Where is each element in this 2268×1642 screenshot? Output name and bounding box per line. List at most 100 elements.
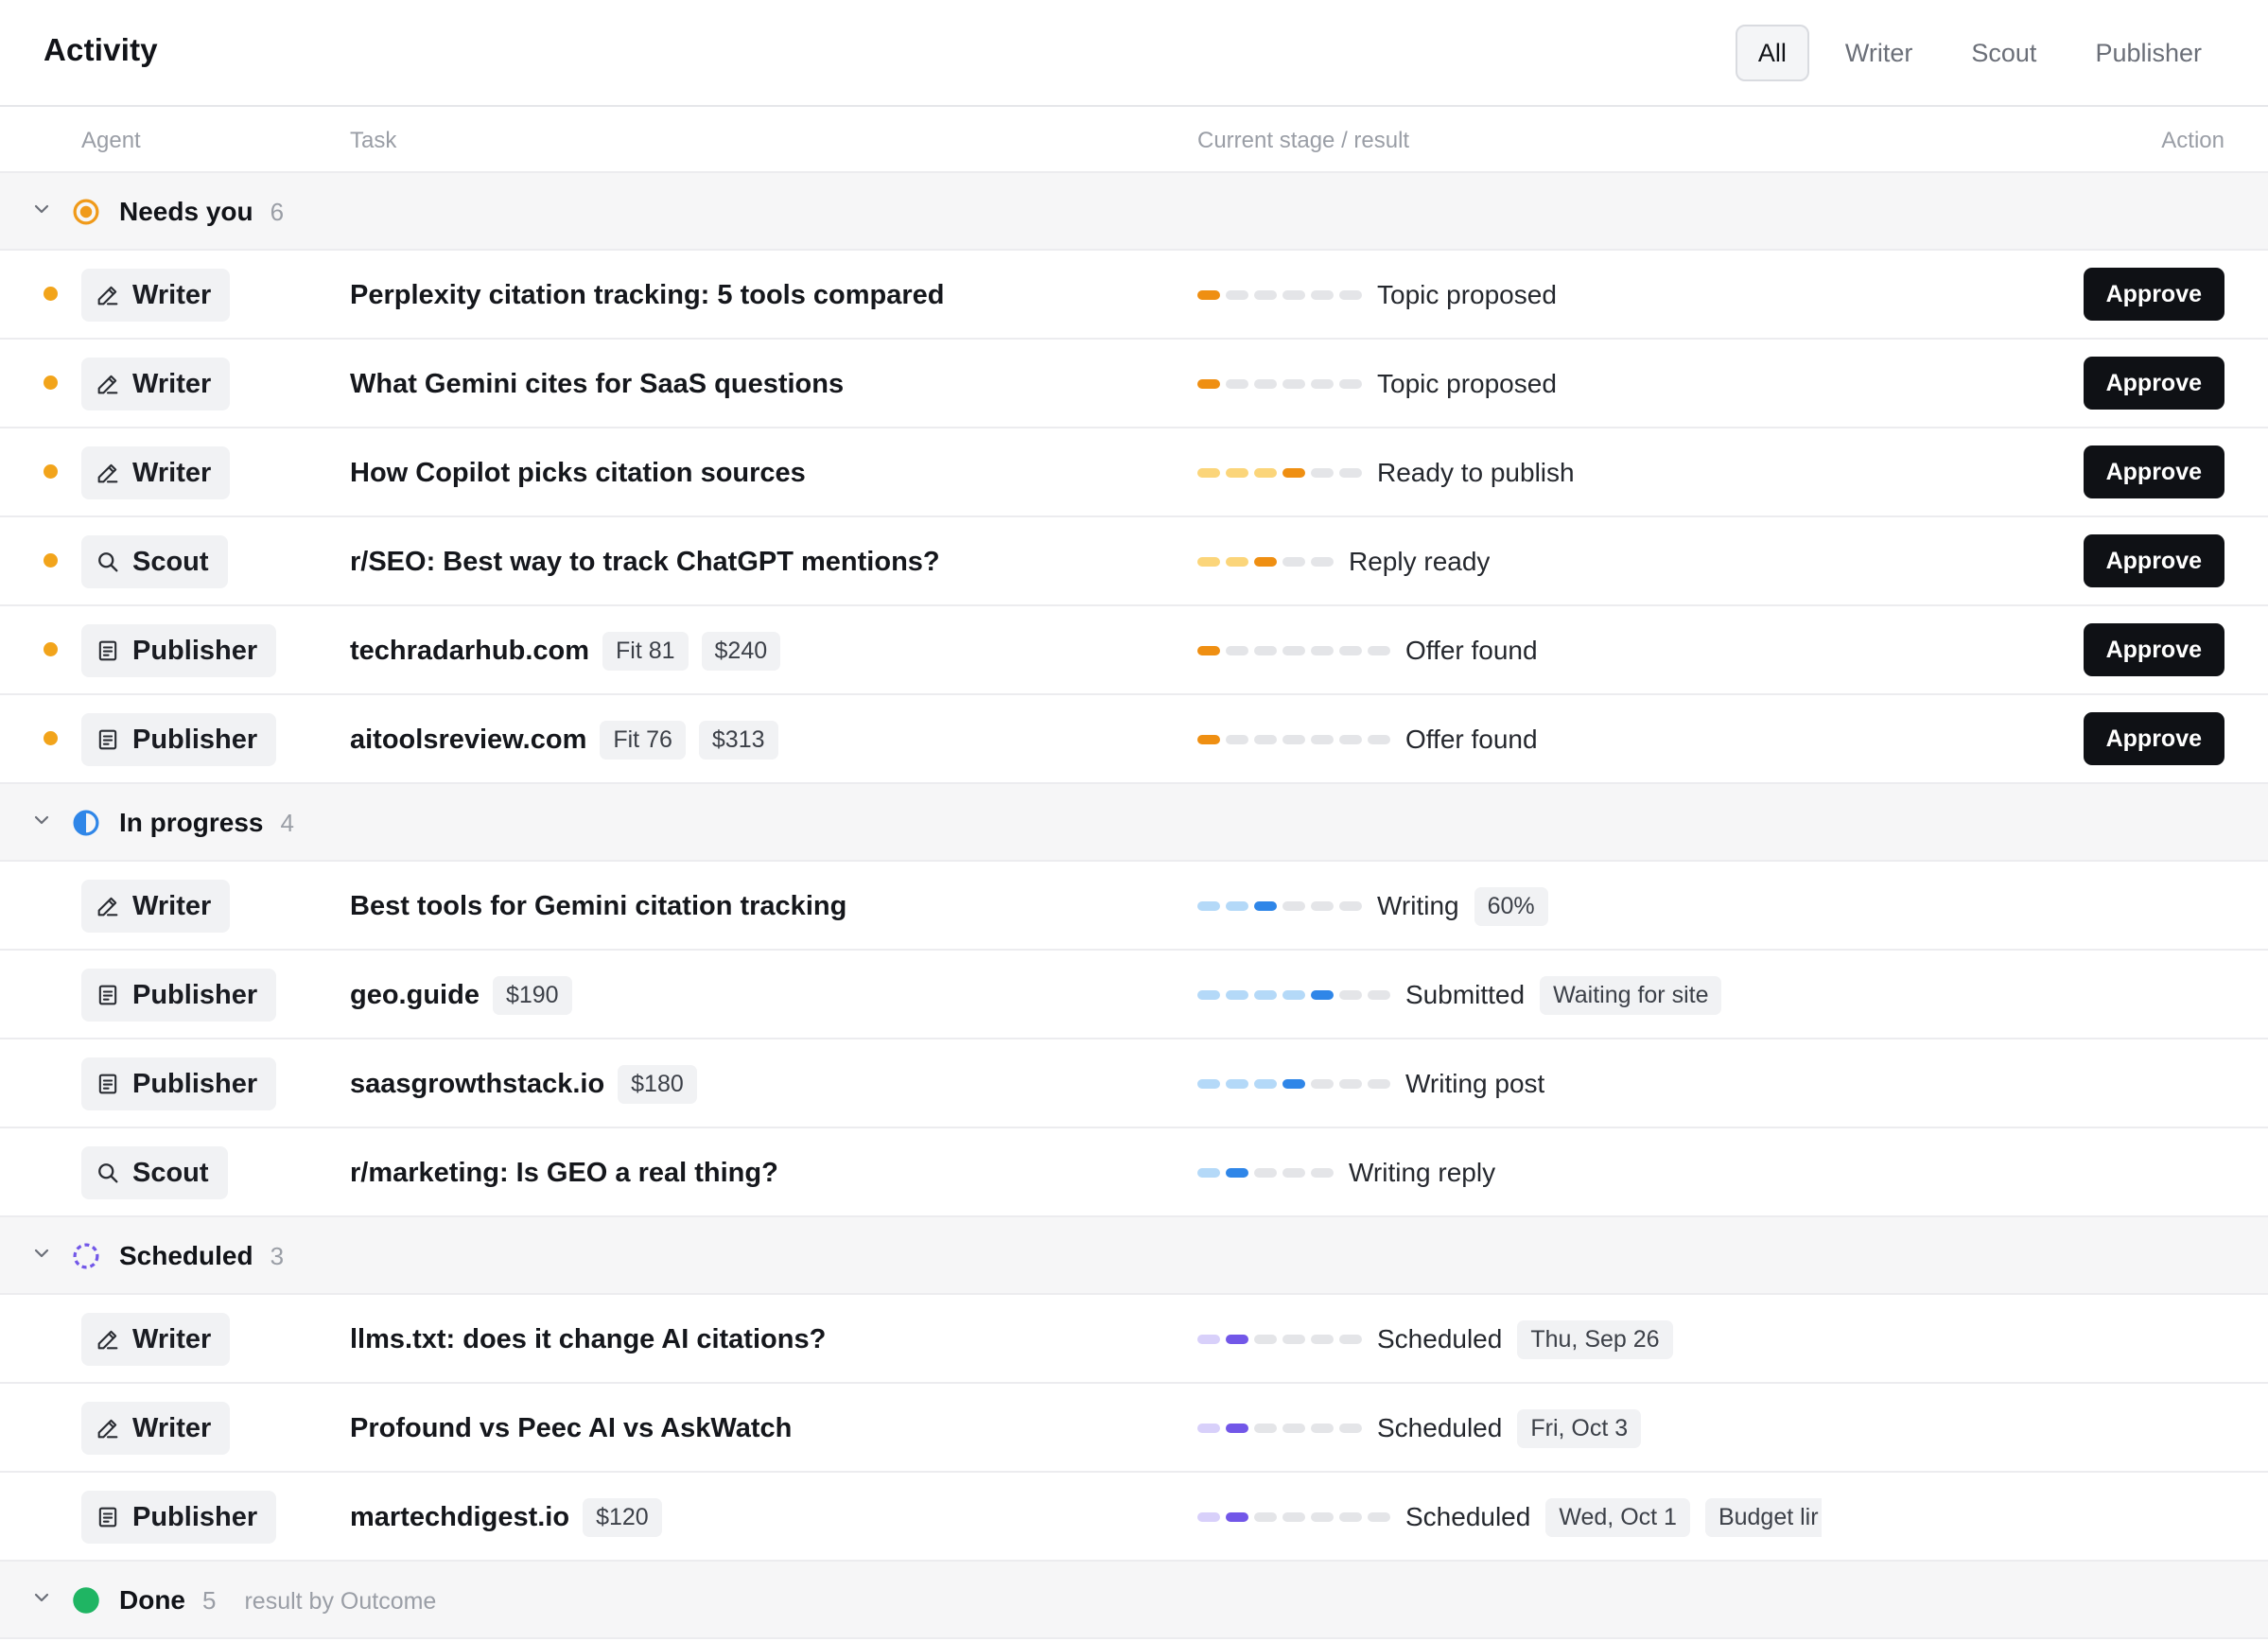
filter-tab-scout[interactable]: Scout (1948, 25, 2059, 81)
stage-pill (1282, 901, 1305, 911)
stage-pill (1254, 646, 1277, 655)
stage-pill (1254, 990, 1277, 1000)
stage-pill (1282, 1335, 1305, 1344)
task-title[interactable]: saasgrowthstack.io (350, 1069, 604, 1100)
stage-pill (1226, 735, 1248, 744)
task-cell: martechdigest.io $120 (350, 1473, 662, 1562)
stage-label: Submitted (1405, 980, 1526, 1009)
table-row[interactable]: Writer How Copilot picks citation sources… (0, 428, 2268, 517)
table-row[interactable]: Writer Profound vs Peec AI vs AskWatch Sch… (0, 1384, 2268, 1473)
task-title[interactable]: geo.guide (350, 980, 480, 1011)
approve-button[interactable]: Approve (2083, 712, 2224, 765)
stage-progress (1197, 1512, 1390, 1522)
chevron-down-icon[interactable] (30, 809, 53, 831)
pencil-icon (97, 1419, 118, 1439)
stage-pill (1226, 468, 1248, 478)
document-icon (98, 1074, 117, 1094)
table-row[interactable]: Publisher aitoolsreview.com Fit 76 $313 Offe… (0, 695, 2268, 784)
agent-name: Writer (132, 457, 212, 488)
scheduled-icon (73, 1243, 99, 1269)
stage-pill (1339, 1512, 1362, 1522)
stage-pill (1197, 990, 1220, 1000)
filter-tab-all[interactable]: All (1735, 25, 1809, 81)
stage-pill (1339, 468, 1362, 478)
stage-pill (1339, 901, 1362, 911)
task-title[interactable]: aitoolsreview.com (350, 725, 586, 756)
group-header-done[interactable]: Done 5 result by Outcome (0, 1562, 2268, 1639)
task-title[interactable]: techradarhub.com (350, 636, 589, 667)
stage-pill (1311, 468, 1334, 478)
task-title[interactable]: r/marketing: Is GEO a real thing? (350, 1158, 778, 1189)
approve-button[interactable]: Approve (2083, 268, 2224, 321)
stage-pill (1339, 735, 1362, 744)
group-header-scheduled[interactable]: Scheduled 3 (0, 1217, 2268, 1295)
approve-button[interactable]: Approve (2083, 357, 2224, 410)
filter-tab-writer[interactable]: Writer (1823, 25, 1936, 81)
filter-tab-publisher[interactable]: Publisher (2072, 25, 2224, 81)
stage-pill (1368, 735, 1390, 744)
table-row[interactable]: Writer What Gemini cites for SaaS questio… (0, 340, 2268, 428)
task-title[interactable]: Perplexity citation tracking: 5 tools co… (350, 280, 945, 311)
table-row[interactable]: Publisher techradarhub.com Fit 81 $240 Offer… (0, 606, 2268, 695)
stage-pill (1254, 1424, 1277, 1433)
task-title[interactable]: Profound vs Peec AI vs AskWatch (350, 1413, 792, 1444)
approve-button[interactable]: Approve (2083, 534, 2224, 587)
table-row[interactable]: Publisher geo.guide $190 Submitted Waiting f… (0, 951, 2268, 1039)
task-chip: $120 (583, 1497, 662, 1537)
stage-label: Scheduled (1377, 1413, 1503, 1442)
table-row[interactable]: Publisher martechdigest.io $120 Scheduled We… (0, 1473, 2268, 1562)
chevron-down-icon[interactable] (30, 198, 53, 220)
task-title[interactable]: What Gemini cites for SaaS questions (350, 369, 844, 400)
stage-pill (1282, 1512, 1305, 1522)
stage-pill (1339, 990, 1362, 1000)
stage-pill (1226, 1512, 1248, 1522)
agent-badge-scout: Scout (81, 535, 228, 588)
page-title: Activity (44, 32, 158, 67)
task-cell: Profound vs Peec AI vs AskWatch (350, 1384, 792, 1473)
stage-pill (1368, 646, 1390, 655)
table-row[interactable]: Publisher saasgrowthstack.io $180 Writing p… (0, 1039, 2268, 1128)
stage-cell: Scheduled Thu, Sep 26 (1197, 1295, 1673, 1384)
stage-pill (1226, 1168, 1248, 1178)
chevron-down-icon[interactable] (30, 1586, 53, 1609)
task-cell: geo.guide $190 (350, 951, 572, 1039)
stage-cell: Writing 60% (1197, 862, 1548, 951)
attention-dot (44, 287, 58, 301)
approve-button[interactable]: Approve (2083, 445, 2224, 498)
document-icon (98, 985, 117, 1005)
stage-pill (1254, 1079, 1277, 1089)
table-row[interactable]: Writer llms.txt: does it change AI citati… (0, 1295, 2268, 1384)
approve-button[interactable]: Approve (2083, 623, 2224, 676)
attention-dot (44, 376, 58, 390)
stage-pill (1311, 990, 1334, 1000)
group-header-in-progress[interactable]: In progress 4 (0, 784, 2268, 862)
group-header-needs-you[interactable]: Needs you 6 (0, 173, 2268, 251)
table-row[interactable]: Scout r/SEO: Best way to track ChatGPT me… (0, 517, 2268, 606)
task-title[interactable]: r/SEO: Best way to track ChatGPT mention… (350, 547, 940, 578)
stage-label: Writing (1377, 891, 1459, 920)
task-title[interactable]: martechdigest.io (350, 1502, 569, 1533)
table-row[interactable]: Writer Perplexity citation tracking: 5 to… (0, 251, 2268, 340)
table-row[interactable]: Writer Best tools for Gemini citation tra… (0, 862, 2268, 951)
stage-pill (1282, 468, 1305, 478)
group-count: 3 (270, 1242, 285, 1270)
stage-pill (1254, 1168, 1277, 1178)
stage-pill (1339, 379, 1362, 389)
chevron-down-icon[interactable] (30, 1242, 53, 1265)
stage-label: Offer found (1405, 725, 1538, 754)
stage-label: Scheduled (1405, 1502, 1531, 1531)
attention-dot (44, 553, 58, 568)
task-title[interactable]: How Copilot picks citation sources (350, 458, 806, 489)
table-row[interactable]: Scout r/marketing: Is GEO a real thing? Wr… (0, 1128, 2268, 1217)
agent-name: Publisher (132, 1068, 258, 1099)
task-cell: Perplexity citation tracking: 5 tools co… (350, 251, 945, 340)
stage-pill (1282, 646, 1305, 655)
stage-cell: Writing reply (1197, 1128, 1495, 1217)
agent-name: Writer (132, 1323, 212, 1354)
task-cell: r/SEO: Best way to track ChatGPT mention… (350, 517, 940, 606)
stage-pill (1339, 1079, 1362, 1089)
task-title[interactable]: llms.txt: does it change AI citations? (350, 1324, 826, 1355)
task-title[interactable]: Best tools for Gemini citation tracking (350, 891, 846, 922)
stage-label: Scheduled (1377, 1324, 1503, 1354)
stage-progress (1197, 1079, 1390, 1089)
